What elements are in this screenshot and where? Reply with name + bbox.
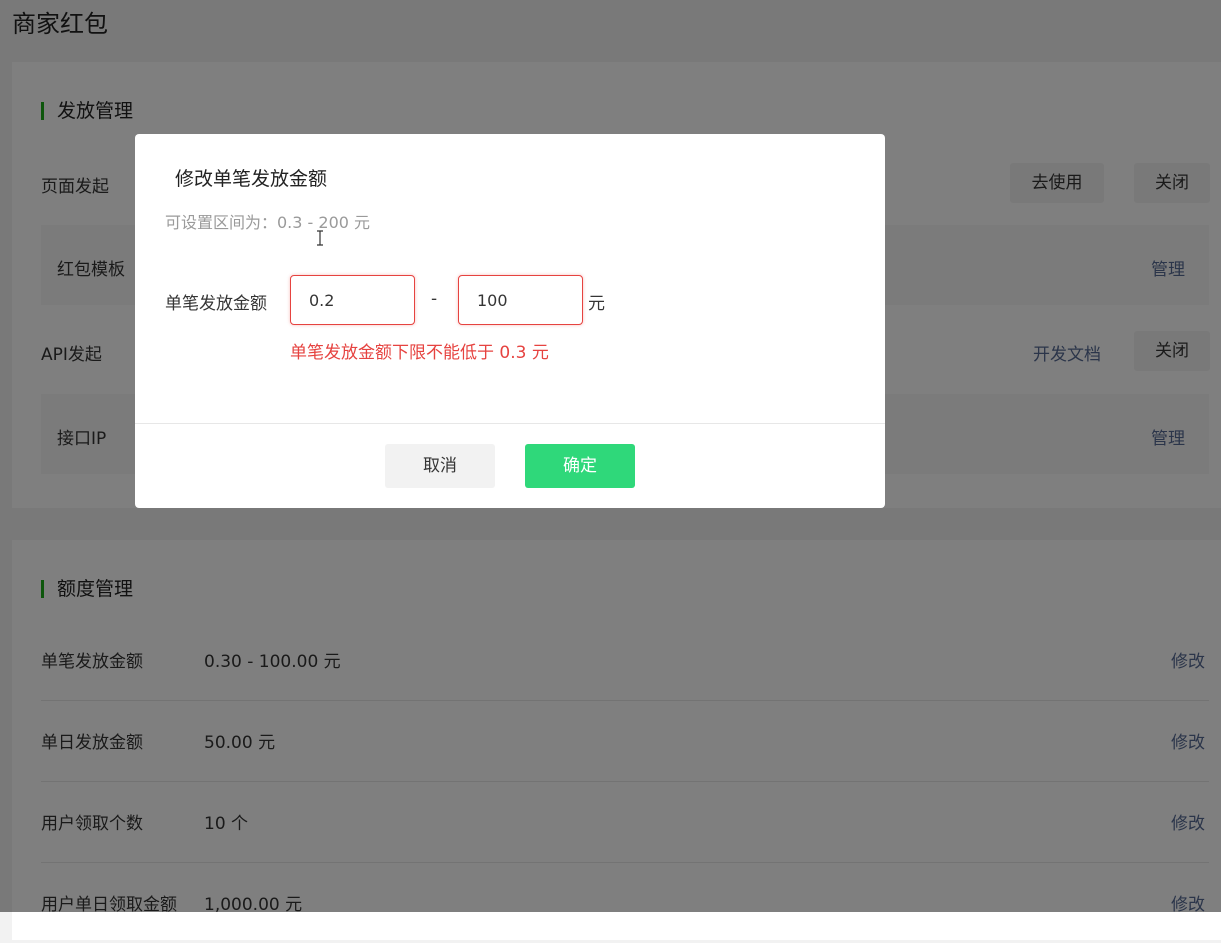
dialog-title: 修改单笔发放金额 (175, 168, 328, 190)
min-amount-input[interactable] (290, 275, 415, 325)
error-message: 单笔发放金额下限不能低于 0.3 元 (290, 343, 549, 363)
unit-label: 元 (588, 294, 605, 314)
max-amount-input[interactable] (458, 275, 583, 325)
text-cursor-icon (317, 230, 323, 246)
cancel-button[interactable]: 取消 (385, 444, 495, 488)
confirm-button[interactable]: 确定 (525, 444, 635, 488)
amount-field-label: 单笔发放金额 (165, 294, 267, 314)
range-hint: 可设置区间为：0.3 - 200 元 (165, 213, 371, 232)
edit-amount-dialog: 修改单笔发放金额 可设置区间为：0.3 - 200 元 单笔发放金额 - 元 单… (135, 134, 885, 508)
range-separator: - (431, 289, 438, 309)
dialog-divider (135, 423, 885, 424)
